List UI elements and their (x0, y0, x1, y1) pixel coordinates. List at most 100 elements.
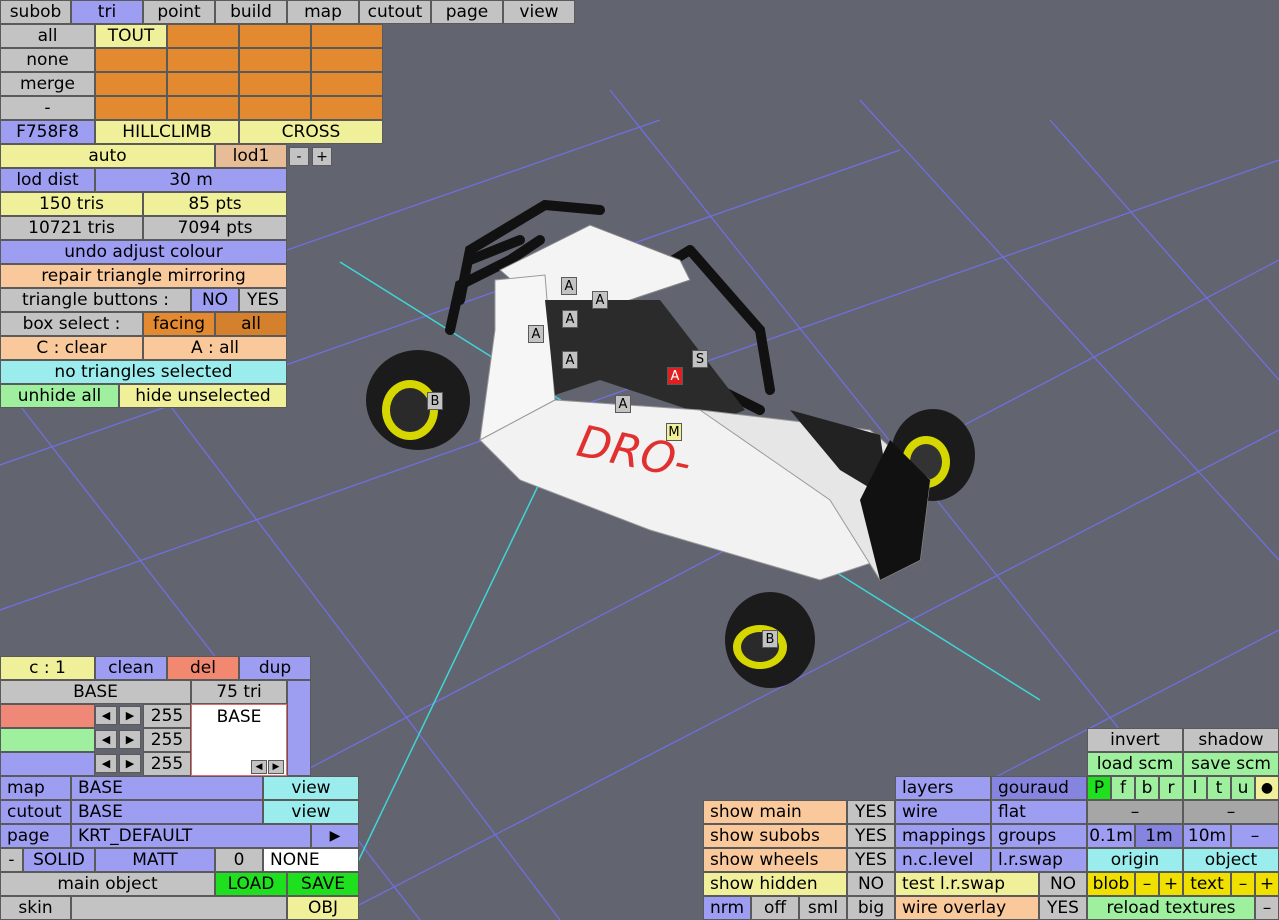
show-wheels-toggle[interactable]: YES (847, 848, 895, 872)
save-button[interactable]: SAVE (287, 872, 359, 896)
blob-plus-button[interactable]: + (1159, 872, 1183, 896)
lr-swap-button[interactable]: l.r.swap (991, 848, 1087, 872)
triangle-buttons-no[interactable]: NO (191, 288, 239, 312)
group-tout-button[interactable]: TOUT (95, 24, 167, 48)
view-p-button[interactable]: P (1087, 776, 1111, 800)
blob-minus-button[interactable]: – (1135, 872, 1159, 896)
group-slot[interactable] (95, 48, 167, 72)
repair-mirroring-button[interactable]: repair triangle mirroring (0, 264, 287, 288)
page-value[interactable]: KRT_DEFAULT (71, 824, 311, 848)
cross-button[interactable]: CROSS (239, 120, 383, 144)
subob-list-scrollbar[interactable] (287, 680, 311, 776)
map-value[interactable]: BASE (71, 776, 263, 800)
box-select-all[interactable]: all (215, 312, 287, 336)
lod-dist-value[interactable]: 30 m (95, 168, 287, 192)
lod-plus-button[interactable]: + (312, 147, 332, 166)
marker-s[interactable]: S (692, 350, 708, 368)
duplicate-button[interactable]: dup (239, 656, 311, 680)
material-zero-value[interactable]: 0 (215, 848, 263, 872)
lod-minus-button[interactable]: - (289, 147, 309, 166)
text-plus-button[interactable]: + (1255, 872, 1279, 896)
wire-button[interactable]: wire (895, 800, 991, 824)
group-slot[interactable] (167, 72, 239, 96)
shadow-button[interactable]: shadow (1183, 728, 1279, 752)
size-big-button[interactable]: big (847, 896, 895, 920)
grid-10m-button[interactable]: 10m (1183, 824, 1231, 848)
menu-tri[interactable]: tri (71, 0, 143, 24)
flat-button[interactable]: flat (991, 800, 1087, 824)
origin-button[interactable]: origin (1087, 848, 1183, 872)
text-minus-button[interactable]: – (1231, 872, 1255, 896)
reload-textures-button[interactable]: reload textures (1087, 896, 1255, 920)
cutout-value[interactable]: BASE (71, 800, 263, 824)
clean-button[interactable]: clean (95, 656, 167, 680)
triangle-buttons-yes[interactable]: YES (239, 288, 287, 312)
menu-point[interactable]: point (143, 0, 215, 24)
undo-adjust-colour-button[interactable]: undo adjust colour (0, 240, 287, 264)
view-r-button[interactable]: r (1159, 776, 1183, 800)
layers-button[interactable]: layers (895, 776, 991, 800)
view-b-button[interactable]: b (1135, 776, 1159, 800)
zoom-dash-left[interactable]: – (1087, 800, 1183, 824)
gouraud-button[interactable]: gouraud (991, 776, 1087, 800)
object-button[interactable]: object (1183, 848, 1279, 872)
marker-b-1[interactable]: B (427, 392, 443, 410)
menu-subob[interactable]: subob (0, 0, 71, 24)
blue-left-arrow-icon[interactable]: ◀ (95, 754, 117, 773)
group-slot[interactable] (95, 72, 167, 96)
select-none-button[interactable]: none (0, 48, 95, 72)
map-view-button[interactable]: view (263, 776, 359, 800)
marker-a-1[interactable]: A (561, 277, 577, 295)
mappings-button[interactable]: mappings (895, 824, 991, 848)
menu-cutout[interactable]: cutout (359, 0, 431, 24)
view-u-button[interactable]: u (1231, 776, 1255, 800)
menu-view[interactable]: view (503, 0, 575, 24)
box-select-facing[interactable]: facing (143, 312, 215, 336)
delete-button[interactable]: del (167, 656, 239, 680)
show-subobs-toggle[interactable]: YES (847, 824, 895, 848)
wire-overlay-toggle[interactable]: YES (1039, 896, 1087, 920)
marker-a-selected[interactable]: A (667, 367, 683, 385)
page-next-arrow-icon[interactable]: ▶ (311, 824, 359, 848)
minus-button[interactable]: - (0, 96, 95, 120)
menu-build[interactable]: build (215, 0, 287, 24)
blue-slider[interactable] (0, 752, 95, 776)
reload-minus-button[interactable]: – (1255, 896, 1279, 920)
subob-list-item[interactable]: BASE (217, 709, 262, 726)
blue-right-arrow-icon[interactable]: ▶ (119, 754, 141, 773)
view-dot-icon[interactable]: ● (1255, 776, 1279, 800)
marker-a-7[interactable]: A (615, 395, 631, 413)
matt-button[interactable]: MATT (95, 848, 215, 872)
merge-button[interactable]: merge (0, 72, 95, 96)
group-slot[interactable] (239, 48, 311, 72)
colour-code-button[interactable]: F758F8 (0, 120, 95, 144)
unhide-all-button[interactable]: unhide all (0, 384, 119, 408)
marker-m[interactable]: M (666, 423, 682, 441)
green-slider[interactable] (0, 728, 95, 752)
group-slot[interactable] (311, 96, 383, 120)
group-slot[interactable] (167, 24, 239, 48)
list-left-arrow-icon[interactable]: ◀ (251, 760, 267, 774)
group-slot[interactable] (239, 96, 311, 120)
solid-button[interactable]: SOLID (23, 848, 95, 872)
size-off-button[interactable]: off (751, 896, 799, 920)
red-slider[interactable] (0, 704, 95, 728)
lod-auto-button[interactable]: auto (0, 144, 215, 168)
size-sml-button[interactable]: sml (799, 896, 847, 920)
view-l-button[interactable]: l (1183, 776, 1207, 800)
nc-level-button[interactable]: n.c.level (895, 848, 991, 872)
hide-unselected-button[interactable]: hide unselected (119, 384, 287, 408)
load-scm-button[interactable]: load scm (1087, 752, 1183, 776)
grid-1m-button[interactable]: 1m (1135, 824, 1183, 848)
group-slot[interactable] (239, 24, 311, 48)
group-slot[interactable] (311, 24, 383, 48)
size-nrm-button[interactable]: nrm (703, 896, 751, 920)
view-f-button[interactable]: f (1111, 776, 1135, 800)
zoom-dash-right[interactable]: – (1183, 800, 1279, 824)
marker-a-5[interactable]: A (562, 351, 578, 369)
group-slot[interactable] (95, 96, 167, 120)
material-none-field[interactable]: NONE (263, 848, 359, 872)
save-scm-button[interactable]: save scm (1183, 752, 1279, 776)
cutout-view-button[interactable]: view (263, 800, 359, 824)
lod1-button[interactable]: lod1 (215, 144, 287, 168)
